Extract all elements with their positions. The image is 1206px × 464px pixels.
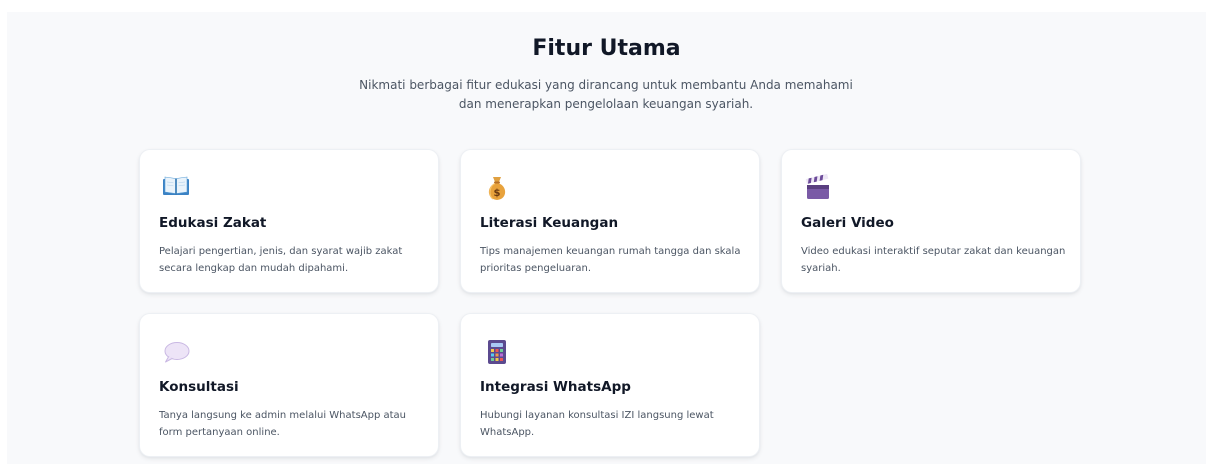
calculator-icon bbox=[483, 338, 511, 366]
section-title: Fitur Utama bbox=[532, 36, 681, 61]
feature-description: Tanya langsung ke admin melalui WhatsApp… bbox=[159, 410, 407, 438]
feature-title: Galeri Video bbox=[801, 215, 894, 231]
feature-title: Konsultasi bbox=[159, 379, 239, 395]
feature-card-literasi-keuangan[interactable]: $ Literasi Keuangan Tips manajemen keuan… bbox=[460, 149, 760, 293]
speech-bubble-icon bbox=[162, 338, 190, 366]
open-book-icon bbox=[162, 174, 190, 202]
feature-description: Pelajari pengertian, jenis, dan syarat w… bbox=[159, 246, 403, 274]
feature-card-galeri-video[interactable]: Galeri Video Video edukasi interaktif se… bbox=[781, 149, 1081, 293]
feature-card-edukasi-zakat[interactable]: Edukasi Zakat Pelajari pengertian, jenis… bbox=[139, 149, 439, 293]
section-subtitle: Nikmati berbagai fitur edukasi yang dira… bbox=[359, 78, 853, 111]
feature-description: Video edukasi interaktif seputar zakat d… bbox=[801, 246, 1066, 274]
feature-title: Literasi Keuangan bbox=[480, 215, 619, 231]
features-section: Fitur Utama Nikmati berbagai fitur eduka… bbox=[7, 12, 1206, 464]
clapperboard-icon bbox=[804, 174, 832, 202]
feature-description: Hubungi layanan konsultasi IZI langsung … bbox=[480, 410, 714, 438]
feature-card-integrasi-whatsapp[interactable]: Integrasi WhatsApp Hubungi layanan konsu… bbox=[460, 313, 760, 457]
feature-description: Tips manajemen keuangan rumah tangga dan… bbox=[480, 246, 741, 274]
svg-text:$: $ bbox=[494, 188, 501, 199]
feature-title: Edukasi Zakat bbox=[159, 215, 267, 231]
money-bag-icon: $ bbox=[483, 174, 511, 202]
feature-title: Integrasi WhatsApp bbox=[480, 379, 631, 395]
feature-card-konsultasi[interactable]: Konsultasi Tanya langsung ke admin melal… bbox=[139, 313, 439, 457]
